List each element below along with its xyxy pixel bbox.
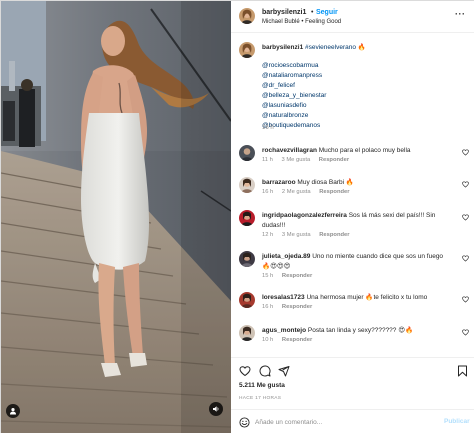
comment-meta: 15 h Responder [262, 273, 319, 279]
commenter-avatar[interactable] [239, 251, 255, 267]
author-avatar[interactable] [239, 8, 255, 24]
comment-meta: 11 h 3 Me gusta Responder [262, 157, 356, 163]
comment-item: loresalas1723 Una hermosa mujer 🔥te feli… [231, 290, 474, 324]
caption-emoji: 🔥 [357, 44, 366, 51]
follow-button[interactable]: Seguir [316, 9, 338, 16]
comment-body: Muy diosa Barbi 🔥 [297, 179, 354, 186]
comment-item: ingridpaolagonzalezferreira Sos lá más s… [231, 208, 474, 242]
comment-input[interactable] [255, 416, 425, 428]
reply-button[interactable]: Responder [282, 337, 312, 343]
emoji-smiley-icon[interactable] [239, 417, 250, 428]
commenter-avatar[interactable] [239, 210, 255, 226]
comment-body: Una hermosa mujer 🔥te felicito x tu lomo [306, 294, 428, 301]
comment-meta: 16 h 2 Me gusta Responder [262, 189, 357, 195]
comment-time: 11 h [262, 157, 273, 163]
save-bookmark-icon[interactable] [457, 365, 468, 377]
like-count[interactable]: 5.211 Me gusta [239, 382, 285, 389]
commenter-avatar[interactable] [239, 145, 255, 161]
comment-text: barrazaroo Muy diosa Barbi 🔥 [262, 178, 452, 188]
mention-link[interactable]: @lasuniasdefio [262, 101, 326, 111]
comment-text: loresalas1723 Una hermosa mujer 🔥te feli… [262, 293, 452, 303]
comment-text: agus_montejo Posta tan linda y sexy?????… [262, 326, 452, 336]
post-detail-panel: barbysilenzi1 • Seguir Michael Bublé • F… [231, 1, 474, 433]
comment-time: 10 h [262, 337, 274, 343]
like-comment-heart-icon[interactable] [462, 329, 469, 336]
comment-bubble-icon[interactable] [259, 365, 271, 377]
commenter-username[interactable]: ingridpaolagonzalezferreira [262, 212, 347, 219]
reply-button[interactable]: Responder [282, 304, 312, 310]
reply-button[interactable]: Responder [319, 157, 349, 163]
comment-time: 12 h [262, 232, 274, 238]
like-comment-heart-icon[interactable] [462, 181, 469, 188]
reply-button[interactable]: Responder [319, 232, 349, 238]
author-username[interactable]: barbysilenzi1 [262, 9, 306, 16]
comment-item: rochavezvillagran Mucho para el polaco m… [231, 143, 474, 177]
share-paper-plane-icon[interactable] [278, 365, 290, 377]
comment-meta: 16 h Responder [262, 304, 319, 310]
audio-track-link[interactable]: Michael Bublé • Feeling Good [262, 19, 341, 25]
like-comment-heart-icon[interactable] [462, 214, 469, 221]
post-timestamp: HACE 17 HORAS [239, 396, 282, 401]
user-icon [10, 408, 16, 415]
mention-link[interactable]: @naturalbronze [262, 111, 326, 121]
caption-username[interactable]: barbysilenzi1 [262, 44, 303, 51]
mention-link[interactable]: @rocioescobarmua [262, 61, 326, 71]
video-frame-image [1, 1, 231, 433]
comment-time: 16 h [262, 304, 274, 310]
commenter-username[interactable]: barrazaroo [262, 179, 296, 186]
post-header: barbysilenzi1 • Seguir Michael Bublé • F… [231, 1, 474, 33]
comment-time: 16 h [262, 189, 274, 195]
comment-body: Mucho para el polaco muy bella [318, 147, 411, 154]
comment-time: 15 h [262, 273, 274, 279]
more-options-button[interactable]: ··· [455, 9, 466, 19]
commenter-username[interactable]: julieta_ojeda.89 [262, 253, 310, 260]
commenter-avatar[interactable] [239, 177, 255, 193]
comment-item: barrazaroo Muy diosa Barbi 🔥 16 h 2 Me g… [231, 175, 474, 209]
reply-button[interactable]: Responder [319, 189, 349, 195]
commenter-avatar[interactable] [239, 292, 255, 308]
mention-link[interactable]: @nataliaromanpress [262, 71, 326, 81]
post-modal: barbysilenzi1 • Seguir Michael Bublé • F… [0, 0, 474, 433]
commenter-username[interactable]: loresalas1723 [262, 294, 305, 301]
comment-likes[interactable]: 3 Me gusta [281, 157, 310, 163]
commenter-avatar[interactable] [239, 325, 255, 341]
add-comment-bar: Publicar [231, 409, 474, 433]
caption-hashtag[interactable]: #sevieneelverano [305, 44, 356, 51]
mention-link[interactable]: @belleza_y_bienestar [262, 91, 326, 101]
mention-link[interactable]: @dr_felicef [262, 81, 326, 91]
action-bar [231, 357, 474, 399]
reply-button[interactable]: Responder [282, 273, 312, 279]
comment-likes[interactable]: 3 Me gusta [282, 232, 311, 238]
speaker-icon [213, 406, 219, 412]
like-comment-heart-icon[interactable] [462, 296, 469, 303]
tagged-users-button[interactable] [6, 404, 20, 418]
like-comment-heart-icon[interactable] [462, 149, 469, 156]
comment-text: rochavezvillagran Mucho para el polaco m… [262, 146, 452, 156]
commenter-username[interactable]: rochavezvillagran [262, 147, 317, 154]
comment-item: julieta_ojeda.89 Uno no miente cuando di… [231, 249, 474, 283]
like-comment-heart-icon[interactable] [462, 255, 469, 262]
comment-item: agus_montejo Posta tan linda y sexy?????… [231, 323, 474, 357]
comment-meta: 10 h Responder [262, 337, 319, 343]
comment-likes[interactable]: 2 Me gusta [282, 189, 311, 195]
comment-text: julieta_ojeda.89 Uno no miente cuando di… [262, 252, 452, 272]
mention-list: @rocioescobarmua @nataliaromanpress @dr_… [262, 61, 326, 131]
comment-text: ingridpaolagonzalezferreira Sos lá más s… [262, 211, 452, 231]
comment-meta: 12 h 3 Me gusta Responder [262, 232, 357, 238]
like-heart-icon[interactable] [239, 365, 251, 377]
mute-toggle-button[interactable] [209, 402, 223, 416]
caption-time: 16 h [262, 125, 274, 131]
publish-comment-button[interactable]: Publicar [444, 418, 470, 425]
caption-avatar[interactable] [239, 42, 255, 58]
commenter-username[interactable]: agus_montejo [262, 327, 306, 334]
comment-body: Posta tan linda y sexy??????? 😍🔥 [307, 327, 414, 334]
separator-dot: • [311, 9, 314, 16]
caption-text: barbysilenzi1 #sevieneelverano 🔥 [262, 43, 366, 51]
post-video[interactable] [1, 1, 231, 433]
